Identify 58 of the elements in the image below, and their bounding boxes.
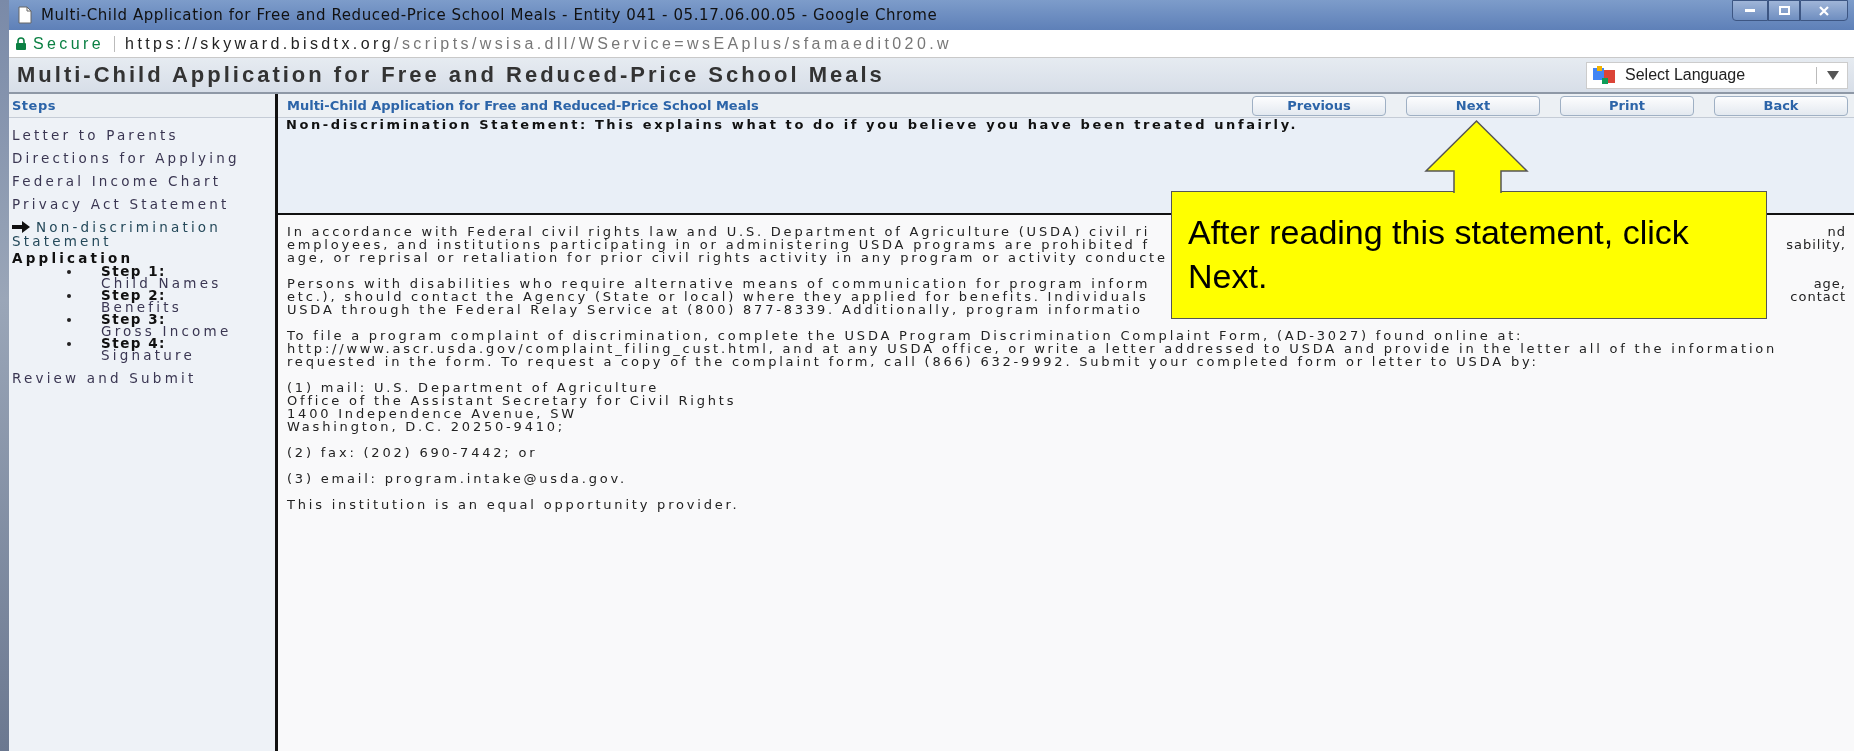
body-text: Office of the Assistant Secretary for Civil Rights xyxy=(287,394,737,407)
sidebar-link[interactable]: Directions for Applying xyxy=(12,151,240,165)
body-text: contact xyxy=(1790,290,1846,303)
arrow-icon xyxy=(12,221,30,233)
page-title: Multi-Child Application for Free and Reduced-Price School Meals xyxy=(17,62,886,88)
sidebar-link[interactable]: Letter to Parents xyxy=(12,128,179,142)
body-text: age, xyxy=(1813,277,1846,290)
sidebar-link[interactable]: Privacy Act Statement xyxy=(12,197,230,211)
body-text: employees, and institutions participating in or administering USDA programs are prohibited f xyxy=(287,238,1150,251)
body-text: Persons with disabilities who require alternative means of communication for program inform xyxy=(287,277,1151,290)
maximize-icon xyxy=(1778,6,1790,15)
minimize-button[interactable] xyxy=(1732,0,1768,21)
bullet-icon xyxy=(67,342,71,346)
step-link[interactable]: Step 3: Gross Income xyxy=(101,313,232,337)
window-title: Multi-Child Application for Free and Reduced-Price School Meals - Entity 041 - 05.17.06.00.05 - Google Chrome xyxy=(41,6,939,24)
body-text: In accordance with Federal civil rights law and U.S. Department of Agriculture (USDA) civil ri xyxy=(287,225,1151,238)
bullet-icon xyxy=(67,270,71,274)
sidebar-link[interactable]: Federal Income Chart xyxy=(12,174,222,188)
sidebar-link[interactable]: Review and Submit xyxy=(12,371,197,385)
secure-label: Secure xyxy=(33,34,105,53)
translate-icon xyxy=(1593,66,1615,84)
step-link[interactable]: Step 1: Child Names xyxy=(101,265,222,289)
body-text: Washington, D.C. 20250-9410; xyxy=(287,420,566,433)
language-select[interactable]: Select Language xyxy=(1586,61,1848,89)
step-link[interactable]: Step 2: Benefits xyxy=(101,289,182,313)
body-text: nd xyxy=(1827,225,1846,238)
section-heading: Application xyxy=(12,251,134,265)
nav-button[interactable]: Next xyxy=(1406,95,1540,116)
step-link[interactable]: Step 4: Signature xyxy=(101,337,195,361)
body-text: http://www.ascr.usda.gov/complaint_filing_cust.html, and at any USDA office, or write a letter addressed to USDA and provide in the letter all of the information xyxy=(287,342,1778,355)
address-field[interactable]: https://skyward.bisdtx.org/scripts/wsisa.dll/WService=wsEAplus/sfamaedit020.w xyxy=(125,34,952,53)
maximize-button[interactable] xyxy=(1768,0,1800,21)
dropdown-icon xyxy=(1827,70,1839,80)
body-text: etc.), should contact the Agency (State or local) where they applied for benefits. Individuals xyxy=(287,290,1149,303)
close-icon xyxy=(1819,5,1829,16)
statement-heading: Non-discrimination Statement: This explains what to do if you believe you have been treated unfairly. xyxy=(286,118,1300,132)
bullet-icon xyxy=(67,294,71,298)
section-title: Multi-Child Application for Free and Reduced-Price School Meals xyxy=(287,98,760,113)
body-text: (2) fax: (202) 690-7442; or xyxy=(287,446,538,459)
bullet-icon xyxy=(67,318,71,322)
body-text: (1) mail: U.S. Department of Agriculture xyxy=(287,381,660,394)
body-text: (3) email: program.intake@usda.gov. xyxy=(287,472,627,485)
body-text: requested in the form. To request a copy of the complaint form, call (866) 632-9992. Submit your completed form or letter to USDA by: xyxy=(287,355,1539,368)
body-text: USDA through the Federal Relay Service at (800) 877-8339. Additionally, program informatio xyxy=(287,303,1143,316)
body-text: 1400 Independence Avenue, SW xyxy=(287,407,577,420)
body-text: age, or reprisal or retaliation for prior civil rights activity in any program or activity conducte xyxy=(287,251,1168,264)
page-icon xyxy=(17,6,33,24)
minimize-icon xyxy=(1745,9,1755,12)
body-text: sability, xyxy=(1786,238,1846,251)
callout-note: After reading this statement, click Next. xyxy=(1171,191,1767,319)
nav-button[interactable]: Previous xyxy=(1252,95,1386,116)
sidebar-link[interactable]: Non-discrimination Statement xyxy=(12,220,252,248)
close-button[interactable] xyxy=(1800,0,1848,21)
body-text: This institution is an equal opportunity provider. xyxy=(287,498,740,511)
body-text: To file a program complaint of discrimination, complete the USDA Program Discrimination Complaint Form, (AD-3027) found online at: xyxy=(287,329,1524,342)
nav-button[interactable]: Back xyxy=(1714,95,1848,116)
nav-button[interactable]: Print xyxy=(1560,95,1694,116)
lock-icon xyxy=(15,37,27,50)
